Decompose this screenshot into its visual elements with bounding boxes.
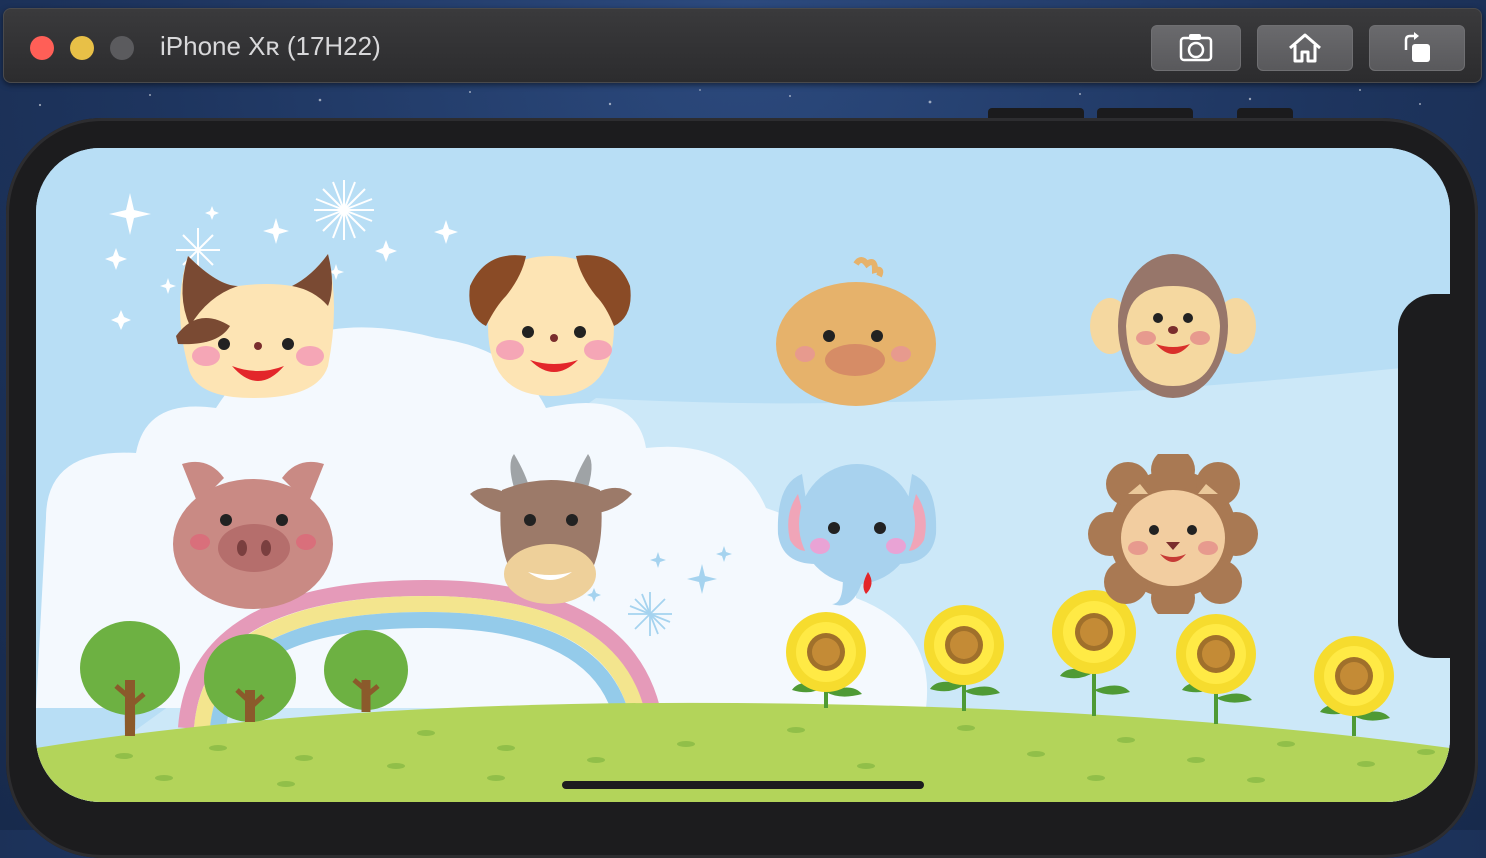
monkey-face-button[interactable] bbox=[1088, 246, 1258, 406]
close-button[interactable] bbox=[30, 36, 54, 60]
camera-icon bbox=[1179, 34, 1213, 62]
screenshot-button[interactable] bbox=[1151, 25, 1241, 71]
home-icon bbox=[1289, 33, 1321, 63]
rotate-button[interactable] bbox=[1369, 25, 1465, 71]
zoom-button[interactable] bbox=[110, 36, 134, 60]
lion-face-button[interactable] bbox=[1088, 454, 1258, 614]
chick-face-button[interactable] bbox=[771, 254, 941, 414]
simulator-title-bar: iPhone Xʀ (17H22) bbox=[3, 8, 1482, 83]
pig-face-button[interactable] bbox=[168, 454, 338, 614]
elephant-face-button[interactable] bbox=[772, 454, 942, 614]
app-screen bbox=[36, 148, 1450, 802]
home-button[interactable] bbox=[1257, 25, 1353, 71]
rotate-icon bbox=[1404, 32, 1430, 62]
cat-face-button[interactable] bbox=[168, 246, 338, 406]
sensor-housing bbox=[1398, 294, 1458, 658]
cow-face-button[interactable] bbox=[466, 454, 636, 614]
window-title: iPhone Xʀ (17H22) bbox=[160, 31, 381, 61]
minimize-button[interactable] bbox=[70, 36, 94, 60]
dog-face-button[interactable] bbox=[466, 246, 636, 406]
home-indicator[interactable] bbox=[562, 781, 924, 789]
